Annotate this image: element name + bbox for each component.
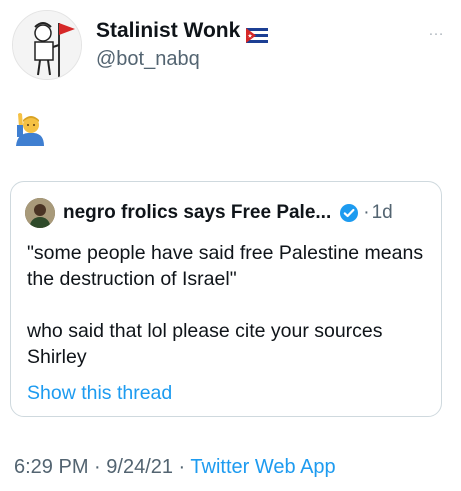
author-avatar[interactable]: [12, 10, 82, 80]
quoted-paragraph: who said that lol please cite your sourc…: [27, 320, 383, 368]
author-display-name[interactable]: Stalinist Wonk: [96, 18, 269, 44]
quoted-tweet-card[interactable]: negro frolics says Free Pale... · 1d "so…: [10, 181, 442, 417]
quoted-timestamp: 1d: [371, 202, 393, 223]
tweet-date[interactable]: 9/24/21: [106, 456, 173, 478]
quoted-paragraph: "some people have said free Palestine me…: [27, 242, 424, 290]
author-handle[interactable]: @bot_nabq: [96, 46, 268, 72]
more-options-icon[interactable]: …: [428, 22, 445, 40]
tweet-author-row: Stalinist Wonk @bot_nabq: [12, 10, 269, 80]
quoted-author-avatar: [25, 198, 55, 228]
man-raising-hand-emoji: [14, 112, 44, 146]
quoted-author-name: negro frolics says Free Pale...: [63, 202, 332, 223]
source-app-link[interactable]: Twitter Web App: [190, 456, 335, 478]
author-name-text[interactable]: Stalinist Wonk: [96, 18, 240, 44]
tweet-metadata: 6:29 PM · 9/24/21 · Twitter Web App: [14, 456, 336, 479]
verified-badge-icon: [340, 204, 359, 222]
quoted-tweet-text: "some people have said free Palestine me…: [27, 240, 432, 370]
meta-separator: ·: [173, 456, 191, 478]
tweet-time[interactable]: 6:29 PM: [14, 456, 88, 478]
quoted-separator: ·: [363, 202, 370, 223]
quoted-tweet-header: negro frolics says Free Pale... · 1d: [25, 198, 393, 228]
meta-separator: ·: [88, 456, 107, 478]
cuba-flag-icon: [246, 24, 269, 43]
show-thread-link[interactable]: Show this thread: [27, 382, 172, 405]
